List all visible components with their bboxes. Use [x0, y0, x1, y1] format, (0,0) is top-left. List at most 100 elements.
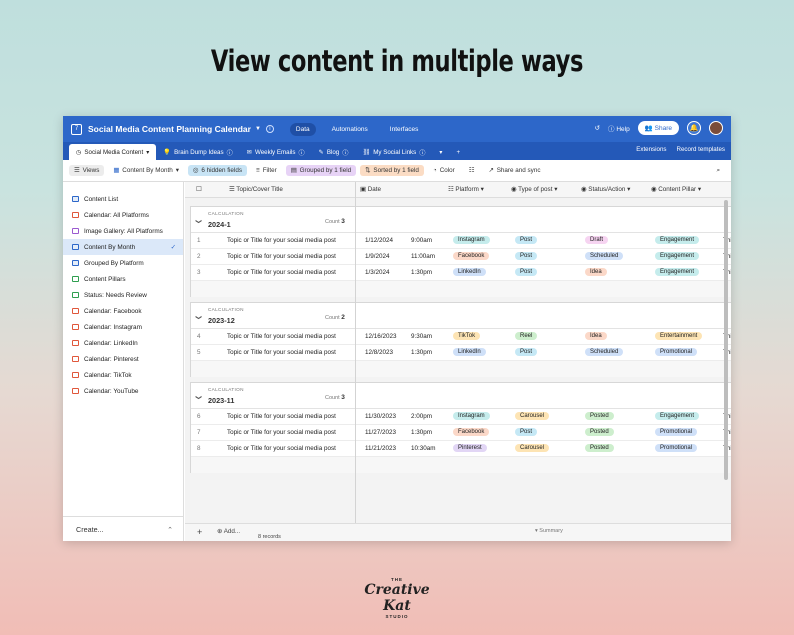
status-pill[interactable]: Posted: [585, 444, 614, 452]
sidebar-view-item[interactable]: Content By Month ✓: [63, 239, 183, 255]
type-pill[interactable]: Post: [515, 348, 538, 356]
table-row[interactable]: 2 Topic or Title for your social media po…: [191, 249, 731, 265]
add-table-button[interactable]: +: [450, 144, 468, 160]
time-cell[interactable]: 11:00am: [411, 253, 435, 260]
column-header-type[interactable]: ◉ Type of post ▾: [511, 186, 557, 193]
topic-cell[interactable]: Topic or Title for your social media pos…: [227, 349, 336, 356]
sidebar-view-item[interactable]: Content List: [63, 191, 183, 207]
sidebar-view-item[interactable]: Calendar: LinkedIn: [63, 335, 183, 351]
view-switcher[interactable]: ▦ Content By Month ▾: [108, 165, 184, 176]
chevron-down-icon[interactable]: ❯: [195, 395, 202, 400]
history-icon[interactable]: ↺: [595, 124, 600, 132]
select-all-checkbox[interactable]: ☐: [196, 186, 202, 193]
base-title[interactable]: Social Media Content Planning Calendar: [88, 124, 251, 134]
topic-cell[interactable]: Topic or Title for your social media pos…: [227, 413, 336, 420]
platform-pill[interactable]: TikTok: [453, 332, 481, 340]
create-view-button[interactable]: Create...: [76, 525, 104, 534]
tab-my-social-links[interactable]: ⛓ My Social Links ⓘ: [355, 144, 432, 160]
chevron-down-icon[interactable]: ▾: [146, 149, 149, 156]
time-cell[interactable]: 9:30am: [411, 333, 432, 340]
table-row[interactable]: 6 Topic or Title for your social media po…: [191, 409, 731, 425]
time-cell[interactable]: 2:00pm: [411, 413, 432, 420]
tab-weekly-emails[interactable]: ✉ Weekly Emails ⓘ: [240, 144, 312, 160]
pillar-pill[interactable]: Engagement: [655, 412, 700, 420]
pillar-pill[interactable]: Promotional: [655, 444, 698, 452]
group-header[interactable]: ❯ CALCULATION 2023-11 Count 3: [191, 383, 731, 409]
filter-button[interactable]: ≡ Filter: [251, 165, 282, 176]
pillar-pill[interactable]: Engagement: [655, 236, 700, 244]
date-cell[interactable]: 1/3/2024: [365, 269, 390, 276]
column-header-platform[interactable]: ☷ Platform ▾: [448, 186, 484, 193]
status-pill[interactable]: Scheduled: [585, 252, 624, 260]
sidebar-view-item[interactable]: Calendar: YouTube: [63, 383, 183, 399]
row-height-button[interactable]: ☷: [464, 165, 480, 176]
chevron-down-icon[interactable]: ▼: [255, 126, 261, 132]
hidden-fields-button[interactable]: ◎ 6 hidden fields: [187, 165, 247, 176]
views-button[interactable]: ☰ Views: [69, 165, 105, 176]
status-pill[interactable]: Idea: [585, 268, 607, 276]
platform-pill[interactable]: LinkedIn: [453, 348, 486, 356]
type-pill[interactable]: Reel: [515, 332, 538, 340]
platform-pill[interactable]: Instagram: [453, 236, 490, 244]
share-sync-button[interactable]: ↗ Share and sync: [483, 165, 545, 176]
column-header-topic[interactable]: ☰ Topic/Cover Title: [229, 186, 283, 193]
record-templates-button[interactable]: Record templates: [677, 146, 726, 153]
date-cell[interactable]: 12/16/2023: [365, 333, 397, 340]
platform-pill[interactable]: LinkedIn: [453, 268, 486, 276]
table-row[interactable]: 8 Topic or Title for your social media po…: [191, 441, 731, 457]
info-icon[interactable]: i: [265, 125, 274, 133]
nav-data[interactable]: Data: [289, 122, 316, 136]
status-pill[interactable]: Scheduled: [585, 348, 624, 356]
date-cell[interactable]: 11/21/2023: [365, 445, 396, 452]
platform-pill[interactable]: Facebook: [453, 428, 490, 436]
pillar-pill[interactable]: Engagement: [655, 252, 700, 260]
date-cell[interactable]: 1/9/2024: [365, 253, 390, 260]
sidebar-view-item[interactable]: Grouped By Platform: [63, 255, 183, 271]
time-cell[interactable]: 1:30pm: [411, 269, 432, 276]
sort-button[interactable]: ⇅ Sorted by 1 field: [360, 165, 424, 176]
topic-cell[interactable]: Topic or Title for your social media pos…: [227, 269, 336, 276]
notifications-icon[interactable]: 🔔: [687, 121, 701, 135]
topic-cell[interactable]: Topic or Title for your social media pos…: [227, 237, 336, 244]
status-pill[interactable]: Idea: [585, 332, 607, 340]
time-cell[interactable]: 9:00am: [411, 237, 432, 244]
sidebar-view-item[interactable]: Content Pillars: [63, 271, 183, 287]
date-cell[interactable]: 11/30/2023: [365, 413, 396, 420]
search-icon[interactable]: ⌕: [711, 165, 725, 177]
tab-blog[interactable]: ✎ Blog ⓘ: [312, 144, 356, 160]
status-pill[interactable]: Draft: [585, 236, 609, 244]
sidebar-view-item[interactable]: Calendar: TikTok: [63, 367, 183, 383]
type-pill[interactable]: Post: [515, 236, 538, 244]
chevron-down-icon[interactable]: ❯: [195, 315, 202, 320]
color-button[interactable]: ◔ Color: [428, 165, 460, 176]
sidebar-view-item[interactable]: Image Gallery: All Platforms: [63, 223, 183, 239]
sidebar-view-item[interactable]: Calendar: Pinterest: [63, 351, 183, 367]
topic-cell[interactable]: Topic or Title for your social media pos…: [227, 253, 336, 260]
type-pill[interactable]: Post: [515, 428, 538, 436]
extensions-button[interactable]: Extensions: [636, 146, 666, 153]
column-header-date[interactable]: ▣ Date: [360, 186, 381, 193]
help-link[interactable]: ⓘ Help: [608, 123, 630, 133]
table-row[interactable]: 4 Topic or Title for your social media po…: [191, 329, 731, 345]
table-row[interactable]: 5 Topic or Title for your social media po…: [191, 345, 731, 361]
sidebar-view-item[interactable]: Status: Needs Review: [63, 287, 183, 303]
tab-social-media-content[interactable]: ◷ Social Media Content ▾: [69, 144, 157, 160]
add-record-button[interactable]: +: [197, 527, 202, 537]
type-pill[interactable]: Post: [515, 252, 538, 260]
sidebar-view-item[interactable]: Calendar: Facebook: [63, 303, 183, 319]
pillar-pill[interactable]: Entertainment: [655, 332, 703, 340]
topic-cell[interactable]: Topic or Title for your social media pos…: [227, 445, 336, 452]
type-pill[interactable]: Carousel: [515, 412, 550, 420]
group-button[interactable]: ▤ Grouped by 1 field: [285, 165, 357, 176]
type-pill[interactable]: Carousel: [515, 444, 550, 452]
chevron-down-icon[interactable]: ❯: [195, 219, 202, 224]
avatar[interactable]: [709, 121, 723, 135]
vertical-scrollbar[interactable]: [724, 200, 728, 480]
time-cell[interactable]: 10:30am: [411, 445, 436, 452]
time-cell[interactable]: 1:30pm: [411, 429, 432, 436]
nav-interfaces[interactable]: Interfaces: [384, 123, 425, 136]
status-pill[interactable]: Posted: [585, 412, 614, 420]
more-tabs-button[interactable]: ▾: [432, 144, 449, 160]
topic-cell[interactable]: Topic or Title for your social media pos…: [227, 333, 336, 340]
topic-cell[interactable]: Topic or Title for your social media pos…: [227, 429, 336, 436]
